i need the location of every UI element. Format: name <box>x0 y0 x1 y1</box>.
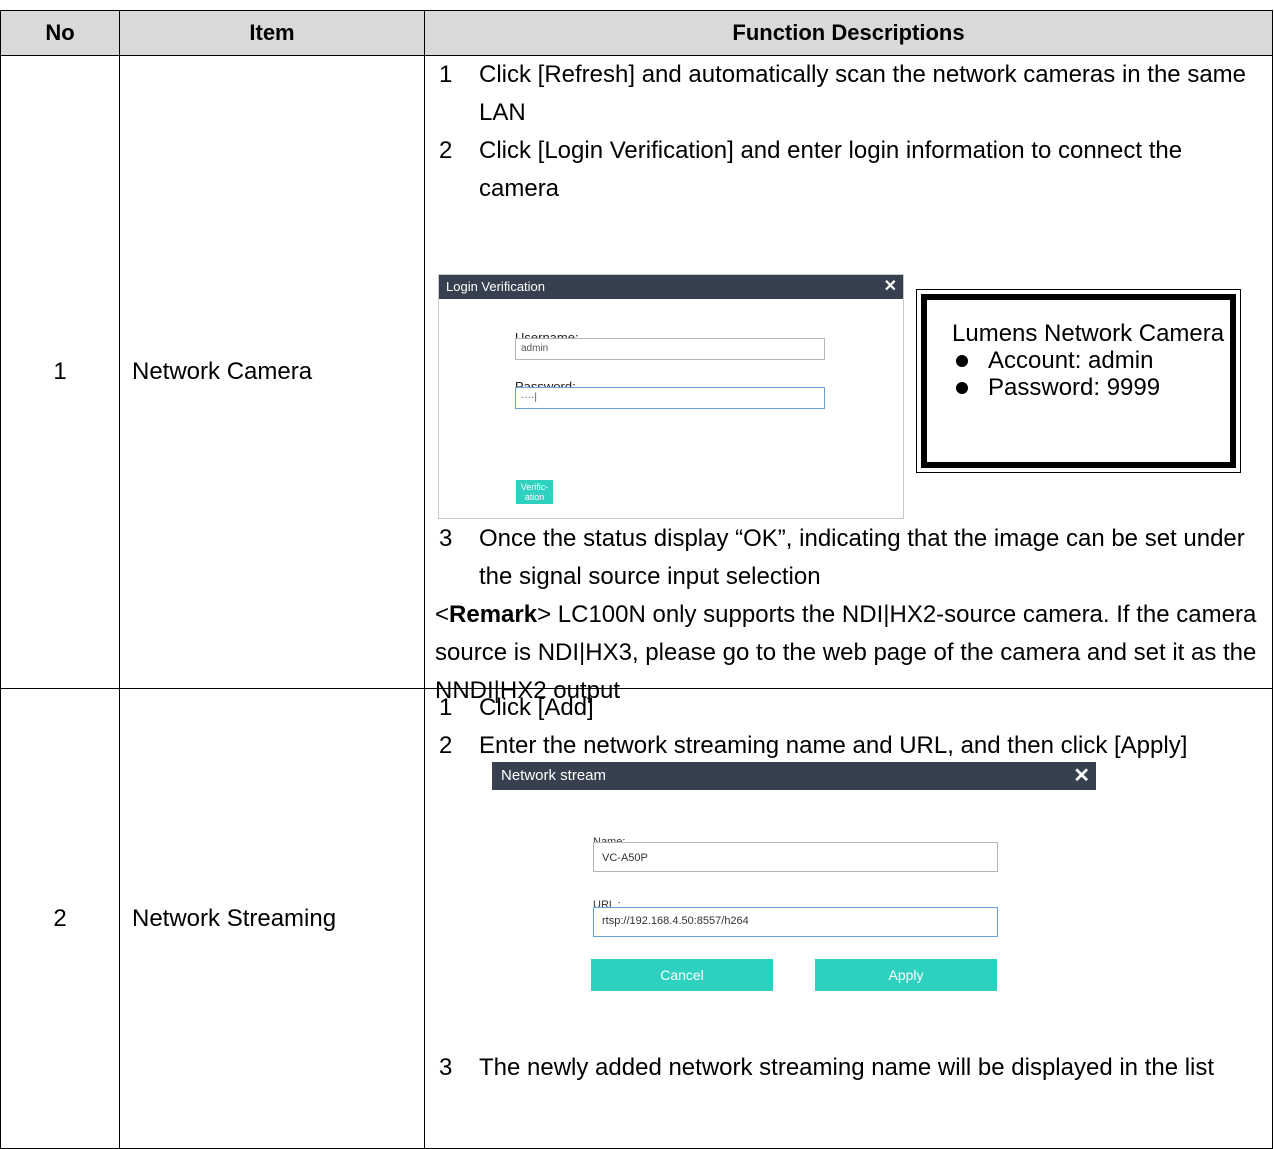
table-row: 2 Network Streaming 1 Click [Add] 2 Ente… <box>0 688 1273 1149</box>
url-input[interactable]: rtsp://192.168.4.50:8557/h264 <box>593 907 998 937</box>
name-input[interactable]: VC-A50P <box>593 842 998 872</box>
account-note-inner: Lumens Network Camera Account: admin Pas… <box>921 294 1236 468</box>
step-number: 3 <box>439 1054 453 1081</box>
dialog-title: Network stream <box>501 767 607 784</box>
note-password: Password: 9999 <box>988 374 1161 401</box>
function-table: No Item Function Descriptions 1 Network … <box>0 10 1273 1149</box>
step-item: 3 The newly added network streaming name… <box>425 1049 1272 1087</box>
header-row: No Item Function Descriptions <box>0 10 1273 56</box>
step-text: The newly added network streaming name w… <box>479 1054 1215 1081</box>
step-3-section: 3 The newly added network streaming name… <box>425 1049 1272 1087</box>
step-item: 2 Click [Login Verification] and enter l… <box>425 132 1272 208</box>
step-number: 1 <box>439 61 453 88</box>
dialog-title-bar: Login Verification ✕ <box>439 275 903 299</box>
step-item: 3 Once the status display “OK”, indicati… <box>425 520 1272 596</box>
close-icon[interactable]: ✕ <box>884 275 897 299</box>
cancel-button[interactable]: Cancel <box>591 959 773 991</box>
dialog-title-bar: Network stream ✕ <box>492 762 1096 790</box>
table-row: 1 Network Camera 1 Click [Refresh] and a… <box>0 55 1273 704</box>
note-list: Account: admin Password: 9999 <box>952 347 1230 401</box>
row-number: 2 <box>0 688 120 1149</box>
close-icon[interactable]: ✕ <box>1073 762 1090 790</box>
login-verification-dialog: Login Verification ✕ Username: admin Pas… <box>438 274 904 519</box>
row-description: 1 Click [Add] 2 Enter the network stream… <box>424 688 1273 1149</box>
step-item: 2 Enter the network streaming name and U… <box>425 727 1272 765</box>
step-text: Click [Login Verification] and enter log… <box>479 137 1183 202</box>
row-item: Network Streaming <box>119 688 425 1149</box>
step-item: 1 Click [Refresh] and automatically scan… <box>425 56 1272 132</box>
username-input[interactable]: admin <box>515 338 825 360</box>
list-item: Account: admin <box>956 347 1230 374</box>
step-text: Click [Add] <box>479 694 594 721</box>
after-dialog-section: 3 Once the status display “OK”, indicati… <box>425 520 1272 710</box>
header-no: No <box>0 10 120 56</box>
step-item: 1 Click [Add] <box>425 689 1272 727</box>
step-number: 1 <box>439 694 453 721</box>
note-account: Account: admin <box>988 347 1154 374</box>
note-title: Lumens Network Camera <box>952 320 1225 347</box>
step-number: 2 <box>439 732 453 759</box>
bullet-icon <box>956 354 968 367</box>
remark-open: < <box>435 601 450 628</box>
bullet-icon <box>956 381 968 394</box>
account-note-box: Lumens Network Camera Account: admin Pas… <box>916 289 1241 473</box>
row-item: Network Camera <box>119 55 425 689</box>
header-function-descriptions: Function Descriptions <box>424 10 1273 56</box>
dialog-title: Login Verification <box>446 279 546 294</box>
row-number: 1 <box>0 55 120 689</box>
apply-button[interactable]: Apply <box>815 959 997 991</box>
header-item: Item <box>119 10 425 56</box>
verification-button[interactable]: Verific-ation <box>516 480 553 504</box>
network-stream-dialog: Network stream ✕ Name: VC-A50P URL : rts… <box>492 762 1096 1017</box>
remark-label: Remark <box>449 601 538 628</box>
step-number: 3 <box>439 525 453 552</box>
list-item: Password: 9999 <box>956 374 1230 401</box>
step-text: Enter the network streaming name and URL… <box>479 732 1188 759</box>
step-text: Click [Refresh] and automatically scan t… <box>479 61 1247 126</box>
row-description: 1 Click [Refresh] and automatically scan… <box>424 55 1273 704</box>
step-number: 2 <box>439 137 453 164</box>
password-input[interactable]: ····| <box>515 387 825 409</box>
step-text: Once the status display “OK”, indicating… <box>479 525 1245 590</box>
